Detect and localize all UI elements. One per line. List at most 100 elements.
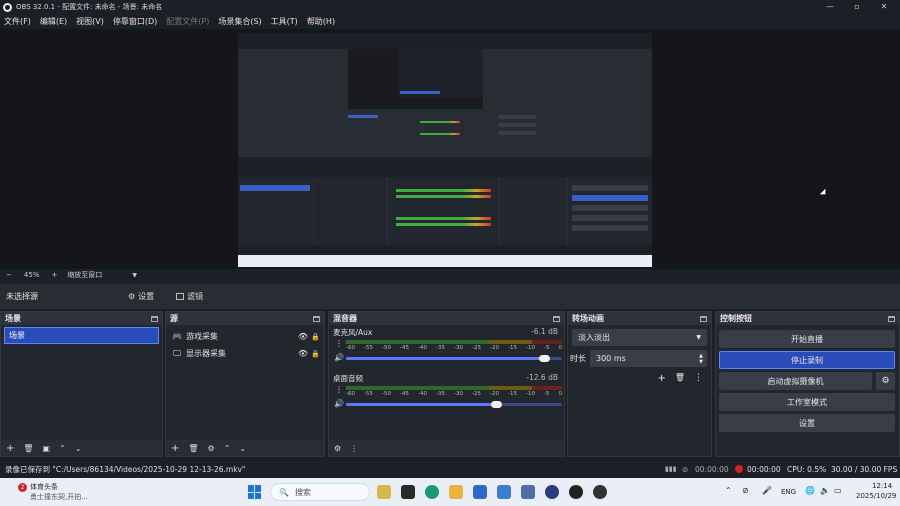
obs-taskbar-icon[interactable] [593, 485, 607, 499]
add-source-button[interactable]: + [171, 443, 179, 454]
start-streaming-button[interactable]: 开始直播 [719, 330, 895, 348]
transition-select[interactable]: 淡入淡出 ▼ [572, 329, 707, 346]
menu-scene-collection[interactable]: 场景集合(S) [218, 16, 261, 27]
windows-start-icon[interactable] [248, 485, 262, 499]
network-icon[interactable]: 🌐 [805, 486, 815, 495]
volume-knob[interactable] [538, 355, 550, 362]
zoom-mode-select[interactable]: 缩放至窗口 [67, 270, 102, 280]
menu-docks[interactable]: 停靠窗口(D) [113, 16, 157, 27]
menu-help[interactable]: 帮助(H) [307, 16, 335, 27]
mixer-toolbar: ⚙ ⋮ [329, 440, 564, 456]
title-bar: OBS 32.0.1 - 配置文件: 未命名 - 场景: 未命名 — ▫ ✕ [0, 0, 900, 14]
battery-icon[interactable]: ▭ [834, 486, 842, 495]
app-cube-icon[interactable] [401, 485, 415, 499]
zoom-in-button[interactable]: + [51, 271, 57, 279]
volume-slider[interactable] [346, 401, 562, 408]
clock-date[interactable]: 2025/10/29 [856, 492, 896, 500]
file-explorer-icon[interactable] [377, 485, 391, 499]
advanced-audio-icon[interactable]: ⚙ [334, 444, 341, 453]
undock-icon[interactable] [700, 315, 707, 322]
vscode-icon[interactable] [473, 485, 487, 499]
add-scene-button[interactable]: + [6, 443, 14, 454]
mixer-menu-icon[interactable]: ⋮ [350, 444, 358, 453]
scene-filters-button[interactable]: ▣ [43, 444, 51, 453]
volume-fill [346, 357, 545, 360]
search-icon: 🔍 [279, 487, 289, 497]
record-dot-icon [735, 465, 743, 473]
context-settings-button[interactable]: ⚙ 设置 [128, 291, 154, 302]
settings-app-icon[interactable] [497, 485, 511, 499]
app-circle-icon[interactable] [545, 485, 559, 499]
undock-icon[interactable] [553, 315, 560, 322]
lock-icon[interactable]: 🔒 [311, 350, 320, 358]
remove-scene-button[interactable]: 🗑 [23, 444, 33, 453]
minimize-button[interactable]: — [818, 0, 842, 14]
scene-down-button[interactable]: ⌄ [75, 444, 82, 453]
stop-recording-button[interactable]: 停止录制 [719, 351, 895, 369]
duration-spinbox[interactable]: 300 ms ▲ ▼ [590, 350, 707, 367]
menu-file[interactable]: 文件(F) [4, 16, 31, 27]
menu-view[interactable]: 视图(V) [76, 16, 104, 27]
clock-time[interactable]: 12:14 [872, 482, 892, 490]
lock-icon[interactable]: 🔒 [311, 333, 320, 341]
microphone-icon[interactable]: 🎤 [762, 486, 772, 495]
undock-icon[interactable] [888, 315, 895, 322]
remove-source-button[interactable]: 🗑 [188, 444, 198, 453]
source-up-button[interactable]: ⌃ [224, 444, 231, 453]
speaker-icon[interactable]: 🔊 [334, 353, 344, 362]
volume-icon[interactable]: 🔈 [820, 486, 830, 495]
maximize-button[interactable]: ▫ [845, 0, 869, 14]
camera-off-icon[interactable]: ⊘ [742, 486, 749, 495]
source-properties-button[interactable]: ⚙ [208, 444, 215, 453]
preview-canvas[interactable] [238, 33, 652, 267]
context-filters-label: 滤镜 [187, 292, 204, 301]
level-meter [346, 386, 562, 390]
unreal-icon[interactable] [569, 485, 583, 499]
remove-transition-button[interactable]: 🗑 [675, 373, 685, 384]
settings-button[interactable]: 设置 [719, 414, 895, 432]
scene-item[interactable]: 场景 [4, 327, 159, 344]
menu-profile[interactable]: 配置文件(P) [166, 16, 209, 27]
source-item-game-capture[interactable]: 🎮 游戏采集 👁 🔒 [166, 328, 324, 345]
gear-icon: ⚙ [128, 292, 136, 301]
edge-browser-icon[interactable] [425, 485, 439, 499]
meter-ticks: -60 -55 -50 -45 -40 -35 -30 -25 -20 -15 -10 -5 0 [346, 391, 562, 397]
volume-knob[interactable] [491, 401, 503, 408]
zoom-value: 45% [23, 271, 40, 279]
studio-mode-button[interactable]: 工作室模式 [719, 393, 895, 411]
language-indicator[interactable]: ENG [781, 488, 796, 496]
add-transition-button[interactable]: + [657, 373, 665, 384]
news-title[interactable]: 体育头条 [30, 482, 58, 492]
tray-chevron-icon[interactable]: ⌃ [725, 486, 732, 495]
source-item-display-capture[interactable]: 🖵 显示器采集 👁 🔒 [166, 345, 324, 362]
menu-tools[interactable]: 工具(T) [271, 16, 298, 27]
zoom-mode-chevron-icon[interactable]: ▼ [132, 272, 137, 279]
virtual-camera-settings-gear-icon[interactable]: ⚙ [876, 372, 895, 390]
channel-menu-icon[interactable]: ⋮ [335, 339, 343, 348]
speaker-icon[interactable]: 🔊 [334, 399, 344, 408]
fps-readout: 30.00 / 30.00 FPS [831, 464, 898, 474]
scene-up-button[interactable]: ⌃ [59, 444, 66, 453]
taskbar-search-box[interactable]: 🔍 搜索 [270, 483, 370, 501]
menu-edit[interactable]: 编辑(E) [40, 16, 67, 27]
source-down-button[interactable]: ⌄ [239, 444, 246, 453]
visibility-eye-icon[interactable]: 👁 [298, 332, 308, 341]
store-icon[interactable] [521, 485, 535, 499]
folder-icon[interactable] [449, 485, 463, 499]
close-button[interactable]: ✕ [872, 0, 896, 14]
duration-value: 300 ms [596, 354, 626, 363]
start-virtual-camera-button[interactable]: 启动虚拟摄像机 [719, 372, 872, 390]
news-subtitle[interactable]: 勇士撞东契,开拍... [30, 492, 88, 502]
transition-menu-icon[interactable]: ⋮ [694, 373, 703, 384]
audio-mixer-dock: 混音器 麦克风/Aux -6.1 dB ⋮ -60 -55 -50 -45 -40 -35… [328, 311, 565, 457]
volume-slider[interactable] [346, 355, 562, 362]
stream-off-icon: ⊘ [682, 464, 689, 474]
news-widget-icon[interactable]: 2 [14, 483, 28, 497]
zoom-out-button[interactable]: − [6, 271, 12, 279]
channel-menu-icon[interactable]: ⋮ [335, 385, 343, 394]
spin-arrows-icon[interactable]: ▲ ▼ [699, 353, 703, 365]
undock-icon[interactable] [313, 315, 320, 322]
visibility-eye-icon[interactable]: 👁 [298, 349, 308, 358]
undock-icon[interactable] [151, 315, 158, 322]
context-filters-button[interactable]: 滤镜 [176, 291, 203, 302]
